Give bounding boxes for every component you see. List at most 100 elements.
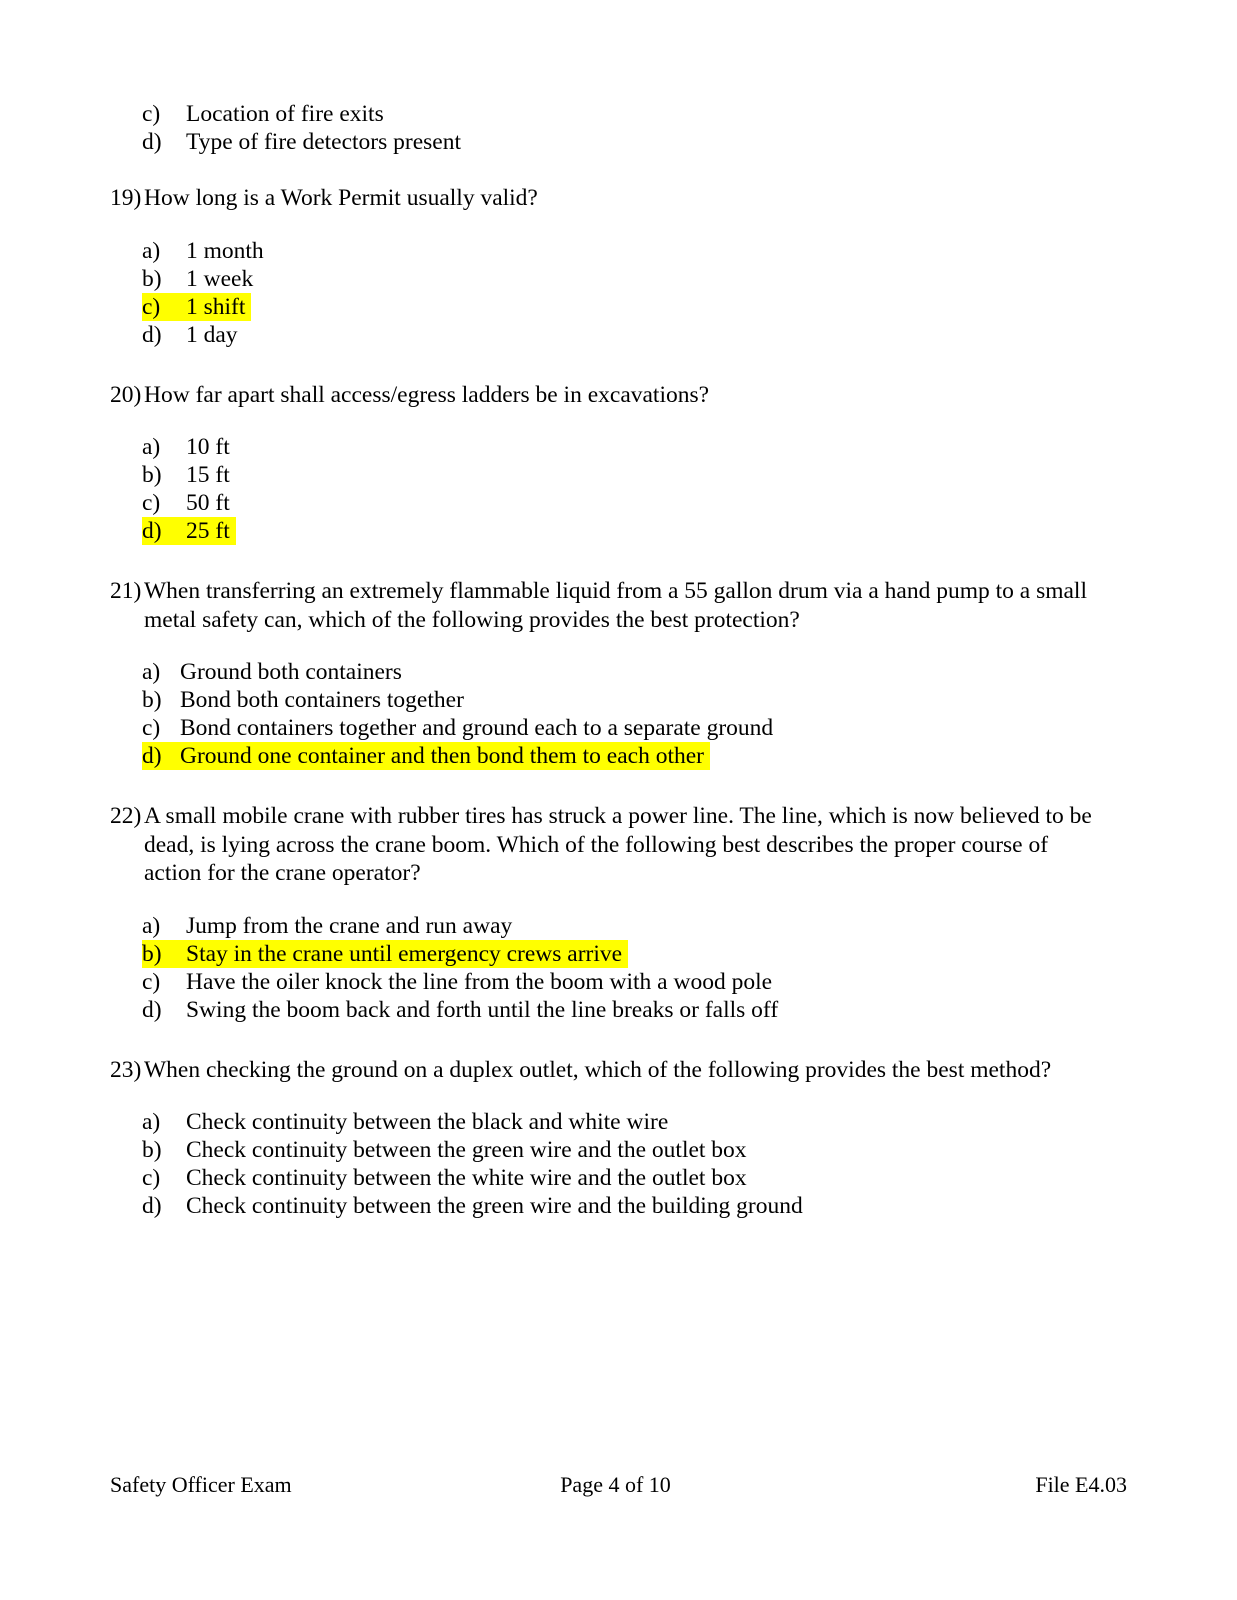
option-marker: a) bbox=[142, 237, 161, 264]
footer-file-id: File E4.03 bbox=[1035, 1472, 1127, 1497]
question-number: 20) bbox=[110, 381, 142, 408]
option-marker: d) bbox=[142, 321, 162, 348]
option-text: Check continuity between the green wire … bbox=[186, 1137, 747, 1163]
question-number: 23) bbox=[110, 1056, 142, 1083]
option-text: Type of fire detectors present bbox=[186, 129, 462, 155]
option-row: c) Bond containers together and ground e… bbox=[142, 714, 773, 742]
option-row: a) 10 ft bbox=[142, 433, 230, 461]
option-marker: c) bbox=[142, 1165, 161, 1191]
option-row: c) 50 ft bbox=[142, 489, 230, 517]
page-footer: Safety Officer Exam Page 4 of 10 File E4… bbox=[110, 1472, 1127, 1498]
question-prompt: 22) A small mobile crane with rubber tir… bbox=[110, 802, 1100, 888]
option-marker: b) bbox=[142, 687, 162, 713]
option-row: b) 15 ft bbox=[142, 461, 230, 489]
option-row: b) Check continuity between the green wi… bbox=[142, 1136, 747, 1164]
option-row: d) Type of fire detectors present bbox=[142, 128, 461, 156]
footer-exam-title: Safety Officer Exam bbox=[110, 1472, 292, 1497]
option-marker: c) bbox=[142, 968, 161, 995]
question-22: 22) A small mobile crane with rubber tir… bbox=[110, 802, 1100, 1024]
footer-page-number: Page 4 of 10 bbox=[560, 1472, 671, 1497]
option-list: a) Ground both containers b) Bond both c… bbox=[142, 658, 1100, 770]
option-row: a) Jump from the crane and run away bbox=[142, 912, 512, 940]
question-text: How long is a Work Permit usually valid? bbox=[144, 185, 538, 211]
option-marker: b) bbox=[142, 940, 162, 967]
option-text: 1 shift bbox=[186, 293, 246, 320]
question-text: How far apart shall access/egress ladder… bbox=[144, 381, 710, 408]
question-number: 21) bbox=[110, 578, 142, 604]
option-text: Location of fire exits bbox=[186, 101, 384, 127]
option-marker: d) bbox=[142, 518, 162, 544]
option-marker: c) bbox=[142, 715, 161, 741]
question-prompt: 21) When transferring an extremely flamm… bbox=[110, 577, 1100, 634]
option-marker: c) bbox=[142, 293, 161, 320]
option-text: Ground one container and then bond them … bbox=[180, 743, 705, 769]
question-19: 19) How long is a Work Permit usually va… bbox=[110, 184, 1100, 349]
option-row: d) Check continuity between the green wi… bbox=[142, 1192, 803, 1220]
question-text: When checking the ground on a duplex out… bbox=[144, 1056, 1052, 1083]
option-text: Check continuity between the white wire … bbox=[186, 1165, 747, 1191]
option-marker: a) bbox=[142, 912, 161, 939]
question-text: A small mobile crane with rubber tires h… bbox=[144, 803, 1092, 886]
option-marker: d) bbox=[142, 743, 162, 769]
exam-page: c) Location of fire exits d) Type of fir… bbox=[0, 0, 1237, 1600]
option-text: Check continuity between the green wire … bbox=[186, 1193, 803, 1219]
question-number: 19) bbox=[110, 185, 142, 211]
option-marker: b) bbox=[142, 1137, 162, 1163]
option-text: 15 ft bbox=[186, 462, 230, 488]
question-23: 23) When checking the ground on a duplex… bbox=[110, 1056, 1100, 1221]
option-row: d) Swing the boom back and forth until t… bbox=[142, 996, 778, 1024]
option-row-highlighted: b) Stay in the crane until emergency cre… bbox=[142, 939, 629, 968]
question-number: 22) bbox=[110, 803, 142, 829]
option-text: Jump from the crane and run away bbox=[186, 912, 513, 939]
option-marker: a) bbox=[142, 659, 161, 685]
option-text: 25 ft bbox=[186, 518, 230, 544]
option-marker: a) bbox=[142, 434, 161, 460]
option-marker: c) bbox=[142, 101, 161, 127]
option-text: Stay in the crane until emergency crews … bbox=[186, 940, 623, 967]
question-21: 21) When transferring an extremely flamm… bbox=[110, 577, 1100, 770]
option-marker: b) bbox=[142, 265, 162, 292]
option-row: d) 1 day bbox=[142, 321, 238, 349]
option-row: a) 1 month bbox=[142, 237, 264, 265]
page-content: c) Location of fire exits d) Type of fir… bbox=[110, 100, 1100, 1220]
option-row: b) Bond both containers together bbox=[142, 686, 464, 714]
option-marker: d) bbox=[142, 996, 162, 1023]
option-marker: d) bbox=[142, 129, 162, 155]
option-list: a) 1 month b) 1 week c) 1 shift d) 1 day bbox=[142, 237, 1100, 349]
option-list: a) Check continuity between the black an… bbox=[142, 1108, 1100, 1220]
option-text: Ground both containers bbox=[180, 659, 402, 685]
option-marker: c) bbox=[142, 490, 161, 516]
option-text: Swing the boom back and forth until the … bbox=[186, 996, 779, 1023]
option-marker: d) bbox=[142, 1193, 162, 1219]
option-text: Bond containers together and ground each… bbox=[180, 715, 774, 741]
option-text: 10 ft bbox=[186, 434, 230, 460]
option-text: 1 day bbox=[186, 321, 238, 348]
option-text: 1 month bbox=[186, 237, 264, 264]
option-row-highlighted: d) 25 ft bbox=[142, 517, 236, 545]
option-marker: a) bbox=[142, 1109, 161, 1135]
option-row: a) Ground both containers bbox=[142, 658, 402, 686]
continued-options-group: c) Location of fire exits d) Type of fir… bbox=[142, 100, 1100, 156]
question-text: When transferring an extremely flammable… bbox=[144, 578, 1087, 633]
option-row: a) Check continuity between the black an… bbox=[142, 1108, 668, 1136]
option-row: c) Location of fire exits bbox=[142, 100, 384, 128]
option-row: c) Check continuity between the white wi… bbox=[142, 1164, 747, 1192]
option-text: 50 ft bbox=[186, 490, 230, 516]
option-list: a) 10 ft b) 15 ft c) 50 ft d) 25 ft bbox=[142, 433, 1100, 545]
option-list: a) Jump from the crane and run away b) S… bbox=[142, 912, 1100, 1024]
question-prompt: 23) When checking the ground on a duplex… bbox=[110, 1056, 1100, 1085]
option-row-highlighted: c) 1 shift bbox=[142, 292, 252, 321]
option-text: 1 week bbox=[186, 265, 254, 292]
question-prompt: 20) How far apart shall access/egress la… bbox=[110, 381, 1100, 410]
option-marker: b) bbox=[142, 462, 162, 488]
